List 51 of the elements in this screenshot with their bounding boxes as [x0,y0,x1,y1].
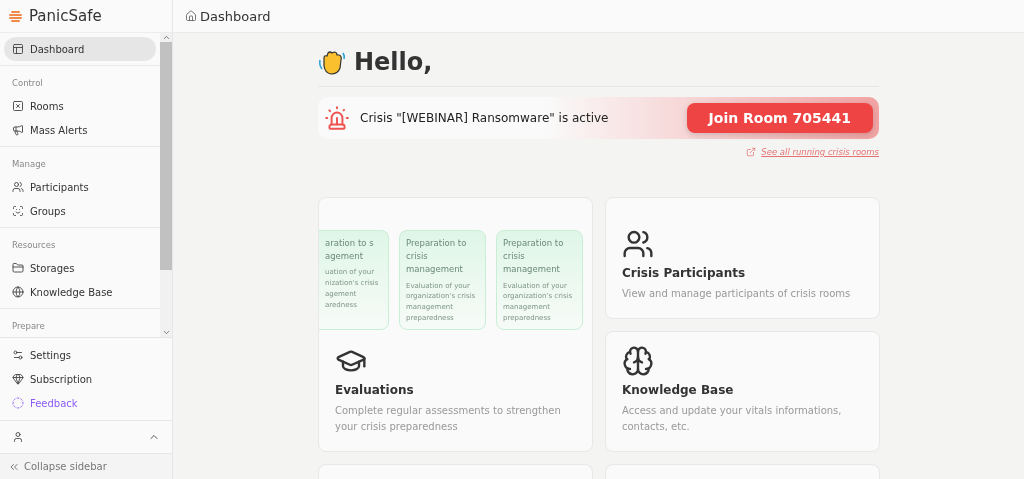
feature-card[interactable]: Crisis Participants View and manage participants of crisis rooms [605,197,880,319]
sidebar-item[interactable]: Subscription [4,367,168,391]
sidebar-item[interactable]: Participants [4,175,156,199]
siren-icon [324,105,350,131]
external-link-icon [746,147,757,157]
join-room-button[interactable]: Join Room 705441 [686,103,873,133]
square-x-icon [12,100,24,112]
page-title: Dashboard [200,8,271,24]
scroll-down-icon[interactable] [161,328,171,337]
home-icon [185,10,197,22]
sliders-icon [12,349,24,361]
preview-title: Preparation to crisis management [406,237,468,277]
scroll-up-icon[interactable] [161,33,171,42]
app-name: PanicSafe [29,7,102,25]
folder-icon [12,262,24,274]
alert-message: Crisis "[WEBINAR] Ransomware" is active [360,111,610,125]
feature-card[interactable]: Knowledge Base Access and update your vitals informations, contacts, etc. [605,330,880,452]
greeting: Hello, [354,47,433,76]
sidebar-item[interactable]: Feedback [4,391,168,415]
card-description: Complete regular assessments to strengthen your crisis preparedness [335,404,562,434]
section-label: Resources [11,239,57,252]
card-title: Knowledge Base [622,383,735,397]
layout-icon [12,43,24,55]
card-description: View and manage participants of crisis rooms [622,286,852,301]
logo-icon [8,8,23,24]
card-title: Evaluations [335,383,415,397]
section-label: Manage [11,158,47,171]
scan-face-icon [12,205,24,217]
card-title: Crisis Participants [622,265,747,280]
sidebar-item[interactable]: Settings [4,343,168,367]
sidebar-item[interactable]: Mass Alerts [4,118,156,142]
sidebar-item[interactable]: Groups [4,199,156,223]
preview-title: aration to s agement [325,237,375,264]
scrollbar[interactable] [160,33,172,337]
card-description: Access and update your vitals informations, contacts, etc. [622,404,843,434]
globe-icon [12,286,24,298]
user-icon [12,431,24,443]
megaphone-icon [12,124,24,136]
sidebar-item[interactable]: Knowledge Base [4,280,156,304]
preview-title: Preparation to crisis management [503,237,565,277]
sidebar-item[interactable]: Dashboard [4,37,156,61]
section-label: Prepare [11,320,46,333]
section-label: Control [11,77,44,90]
collapse-sidebar-button[interactable]: Collapse sidebar [0,454,172,479]
dashed-circle-icon [12,397,24,409]
sidebar-item[interactable]: Storages [4,256,156,280]
sidebar-item[interactable]: Rooms [4,94,156,118]
feature-card[interactable] [318,197,593,452]
brain-icon [622,345,654,377]
gem-icon [12,373,24,385]
users-icon [12,181,24,193]
